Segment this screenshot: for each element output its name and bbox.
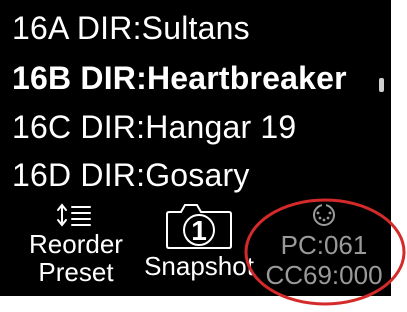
control-change-value: CC69:000 [265,260,383,290]
reorder-list-icon [14,200,138,230]
preset-item-16a[interactable]: 16A DIR:Sultans [12,6,250,50]
snapshot-label: Snapshot [144,251,254,281]
program-change-value: PC:061 [280,230,368,260]
reorder-label-line1: Reorder [29,229,123,259]
snapshot-button[interactable]: 1 Snapshot [140,200,258,280]
midi-pc-cc-display: PC:061 CC69:000 [262,202,386,290]
midi-din-icon [262,202,386,230]
bottom-bar: Reorder Preset 1 Snapshot PC:061 CC69:00… [0,196,391,296]
scrollbar[interactable] [379,78,384,92]
device-screen: 16A DIR:Sultans 16B DIR:Heartbreaker 16C… [0,0,391,296]
snapshot-number: 1 [191,215,207,246]
reorder-preset-button[interactable]: Reorder Preset [14,200,138,286]
preset-item-16b-selected[interactable]: 16B DIR:Heartbreaker [12,56,347,100]
preset-item-16c[interactable]: 16C DIR:Hangar 19 [12,105,296,149]
preset-item-16d[interactable]: 16D DIR:Gosary [12,153,250,197]
reorder-label-line2: Preset [38,257,114,287]
camera-icon: 1 [140,200,258,252]
